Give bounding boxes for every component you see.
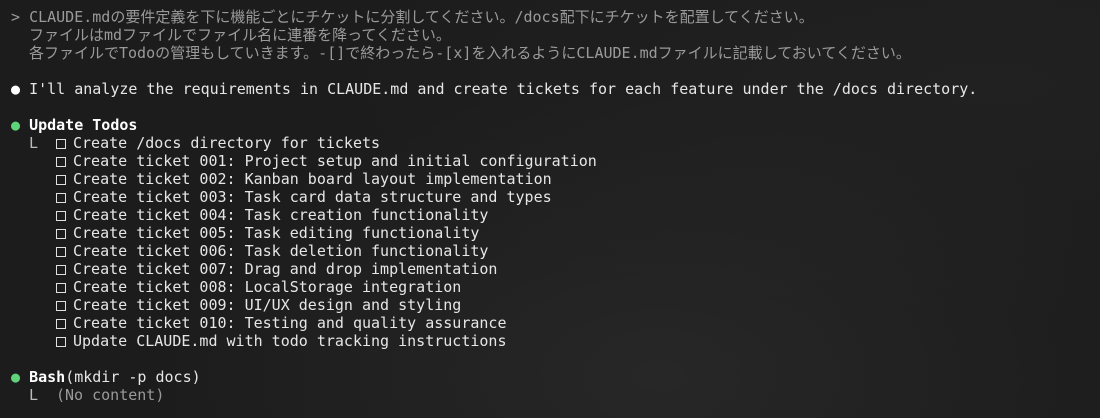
tool-bullet-icon: ● [11,116,21,134]
todo-item-text: Create ticket 008: LocalStorage integrat… [73,278,462,296]
checkbox-unchecked-icon [56,319,66,329]
todo-item: Update CLAUDE.md with todo tracking inst… [11,332,1100,350]
checkbox-unchecked-icon [56,157,66,167]
checkbox-unchecked-icon [56,193,66,203]
todo-item: Create ticket 002: Kanban board layout i… [11,170,1100,188]
checkbox-unchecked-icon [56,175,66,185]
todo-item-text: Create ticket 006: Task deletion functio… [73,242,489,260]
update-todos-title: Update Todos [29,116,138,134]
message-bullet-icon: ● [11,80,21,98]
todo-item-text: Create ticket 002: Kanban board layout i… [73,170,552,188]
prompt-symbol: > [11,8,21,26]
user-prompt-line-1: > CLAUDE.mdの要件定義を下に機能ごとにチケットに分割してください。/d… [11,8,1100,26]
todo-item: Create ticket 005: Task editing function… [11,224,1100,242]
update-todos-header: ● Update Todos [11,116,1100,134]
todo-item: Create ticket 004: Task creation functio… [11,206,1100,224]
checkbox-unchecked-icon [56,247,66,257]
assistant-message-text: I'll analyze the requirements in CLAUDE.… [29,80,978,98]
todo-item-text: Create ticket 007: Drag and drop impleme… [73,260,498,278]
todo-item: Create ticket 006: Task deletion functio… [11,242,1100,260]
todo-item: Create ticket 001: Project setup and ini… [11,152,1100,170]
user-prompt-text: CLAUDE.mdの要件定義を下に機能ごとにチケットに分割してください。/doc… [29,8,814,26]
todo-item: Create ticket 007: Drag and drop impleme… [11,260,1100,278]
todo-item-text: Create /docs directory for tickets [73,134,381,152]
todo-item: Create ticket 010: Testing and quality a… [11,314,1100,332]
tree-corner-icon: L [29,386,39,404]
terminal-window[interactable]: > CLAUDE.mdの要件定義を下に機能ごとにチケットに分割してください。/d… [0,0,1100,418]
checkbox-unchecked-icon [56,283,66,293]
user-prompt-text: ファイルはmdファイルでファイル名に連番を降ってください。 [29,26,451,44]
todo-item-text: Update CLAUDE.md with todo tracking inst… [73,332,507,350]
user-prompt-line-3: 各ファイルでTodoの管理もしていきます。-[]で終わったら-[x]を入れるよう… [11,44,1100,62]
bash-tool-header: ● Bash(mkdir -p docs) [11,368,1100,386]
todo-item: L Create /docs directory for tickets [11,134,1100,152]
checkbox-unchecked-icon [56,229,66,239]
checkbox-unchecked-icon [56,211,66,221]
user-prompt-text: 各ファイルでTodoの管理もしていきます。-[]で終わったら-[x]を入れるよう… [29,44,911,62]
todo-item-text: Create ticket 001: Project setup and ini… [73,152,597,170]
todo-item: Create ticket 003: Task card data struct… [11,188,1100,206]
tree-corner-icon: L [29,134,39,152]
checkbox-unchecked-icon [56,301,66,311]
todo-item-text: Create ticket 010: Testing and quality a… [73,314,507,332]
todo-item-text: Create ticket 004: Task creation functio… [73,206,489,224]
todo-item-text: Create ticket 009: UI/UX design and styl… [73,296,462,314]
todo-item-text: Create ticket 003: Task card data struct… [73,188,552,206]
bash-tool-output: L (No content) [11,386,1100,404]
tool-bullet-icon: ● [11,368,21,386]
assistant-message: ● I'll analyze the requirements in CLAUD… [11,80,1100,98]
checkbox-unchecked-icon [56,337,66,347]
checkbox-unchecked-icon [56,139,66,149]
checkbox-unchecked-icon [56,265,66,275]
todo-item: Create ticket 009: UI/UX design and styl… [11,296,1100,314]
user-prompt-line-2: ファイルはmdファイルでファイル名に連番を降ってください。 [11,26,1100,44]
bash-tool-name: Bash [29,368,66,386]
todo-item-text: Create ticket 005: Task editing function… [73,224,480,242]
bash-output-text: (No content) [56,386,165,404]
todo-item: Create ticket 008: LocalStorage integrat… [11,278,1100,296]
bash-tool-args: (mkdir -p docs) [65,368,201,386]
